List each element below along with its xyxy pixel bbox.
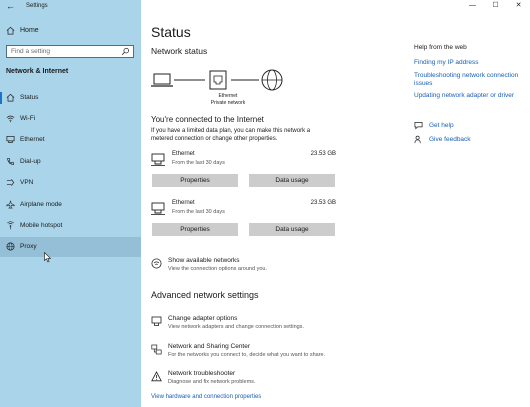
sidebar-item-label: Airplane mode — [20, 201, 62, 208]
network-sharing-center-link[interactable]: Network and Sharing Center For the netwo… — [151, 343, 351, 365]
diagram-label-adapter: Ethernet — [218, 93, 238, 99]
page-title: Status — [151, 24, 191, 40]
sidebar-item-label: Mobile hotspot — [20, 222, 63, 229]
app-title: Settings — [26, 3, 48, 9]
help-link-updating-adapter[interactable]: Updating network adapter or driver — [414, 92, 526, 100]
sidebar-item-mobile-hotspot[interactable]: Mobile hotspot — [0, 216, 141, 236]
network-diagram: Ethernet Private network — [151, 67, 291, 109]
adapter-subtitle: From the last 30 days — [172, 160, 225, 166]
wifi-icon — [6, 115, 15, 123]
connection-status-description: If you have a limited data plan, you can… — [151, 128, 311, 142]
connection-status-title: You're connected to the Internet — [151, 115, 264, 124]
mouse-pointer-icon — [44, 252, 52, 263]
chat-help-icon — [414, 121, 423, 130]
adapter-data-size: 23.53 GB — [310, 151, 336, 157]
sidebar-item-status[interactable]: Status — [0, 88, 141, 108]
link-subtitle: View network adapters and change connect… — [168, 324, 304, 330]
sidebar-item-label: Home — [20, 27, 39, 34]
sidebar: ← Settings Home Find a setting Network &… — [0, 0, 141, 407]
link-subtitle: For the networks you connect to, decide … — [168, 352, 326, 358]
get-help-label: Get help — [429, 122, 454, 129]
vpn-icon — [6, 179, 15, 186]
sidebar-item-label: Status — [20, 94, 39, 101]
network-troubleshooter-link[interactable]: Network troubleshooter Diagnose and fix … — [151, 370, 351, 392]
link-subtitle: View the connection options around you. — [168, 266, 267, 272]
adapter-options-icon — [151, 316, 162, 326]
link-title: Change adapter options — [168, 315, 238, 322]
search-input[interactable]: Find a setting — [6, 45, 134, 58]
search-placeholder: Find a setting — [11, 48, 51, 55]
adapter-subtitle: From the last 30 days — [172, 209, 225, 215]
ethernet-icon — [151, 153, 165, 166]
window-controls: — ☐ ✕ — [461, 0, 530, 12]
sidebar-item-label: VPN — [20, 179, 34, 186]
globe-icon — [6, 242, 15, 251]
sidebar-item-vpn[interactable]: VPN — [0, 173, 141, 193]
help-link-troubleshooting[interactable]: Troubleshooting network connection issue… — [414, 72, 526, 88]
ethernet-icon — [6, 135, 15, 144]
change-adapter-options-link[interactable]: Change adapter options View network adap… — [151, 315, 351, 337]
adapter-data-size: 23.53 GB — [310, 200, 336, 206]
sidebar-item-airplane-mode[interactable]: Airplane mode — [0, 195, 141, 215]
adapter-name: Ethernet — [172, 151, 195, 157]
help-title: Help from the web — [414, 44, 467, 51]
computer-icon — [151, 73, 173, 87]
sidebar-item-label: Dial-up — [20, 158, 41, 165]
properties-button[interactable]: Properties — [152, 174, 238, 187]
close-button[interactable]: ✕ — [507, 0, 530, 12]
sidebar-item-dial-up[interactable]: Dial-up — [0, 152, 141, 172]
give-feedback-label: Give feedback — [429, 136, 471, 143]
airplane-icon — [6, 200, 15, 209]
link-title: Network troubleshooter — [168, 370, 236, 377]
data-usage-button[interactable]: Data usage — [249, 223, 335, 236]
link-title: Network and Sharing Center — [168, 343, 251, 350]
feedback-icon — [414, 135, 421, 144]
network-available-icon — [151, 258, 162, 269]
sidebar-item-proxy[interactable]: Proxy — [0, 237, 141, 257]
minimize-button[interactable]: — — [461, 0, 484, 12]
search-icon[interactable] — [121, 47, 130, 56]
ethernet-icon — [151, 202, 165, 215]
diagram-label-network: Private network — [210, 100, 246, 106]
advanced-settings-heading: Advanced network settings — [151, 290, 259, 300]
properties-button[interactable]: Properties — [152, 223, 238, 236]
data-usage-button[interactable]: Data usage — [249, 174, 335, 187]
internet-globe-icon — [261, 69, 283, 91]
sidebar-item-label: Ethernet — [20, 136, 45, 143]
sidebar-item-label: Proxy — [20, 243, 37, 250]
network-status-heading: Network status — [151, 46, 208, 56]
sidebar-item-home[interactable]: Home — [0, 23, 141, 39]
sidebar-item-label: Wi-Fi — [20, 115, 36, 122]
warning-icon — [151, 371, 162, 382]
main-content: — ☐ ✕ Status Network status Ethernet Pri… — [141, 0, 530, 407]
hotspot-icon — [7, 221, 14, 230]
ethernet-adapter-icon — [209, 70, 227, 90]
help-link-ip-address[interactable]: Finding my IP address — [414, 59, 526, 67]
sidebar-item-wifi[interactable]: Wi-Fi — [0, 109, 141, 129]
home-globe-icon — [6, 93, 15, 102]
hardware-properties-link[interactable]: View hardware and connection properties — [151, 394, 261, 400]
phone-icon — [7, 158, 14, 165]
maximize-button[interactable]: ☐ — [484, 0, 507, 12]
sidebar-item-ethernet[interactable]: Ethernet — [0, 130, 141, 150]
give-feedback-link[interactable]: Give feedback — [414, 135, 494, 145]
back-button[interactable]: ← — [6, 1, 15, 11]
sharing-center-icon — [151, 344, 162, 355]
link-subtitle: Diagnose and fix network problems. — [168, 379, 256, 385]
adapter-name: Ethernet — [172, 200, 195, 206]
get-help-link[interactable]: Get help — [414, 121, 494, 131]
show-available-networks-link[interactable]: Show available networks View the connect… — [151, 257, 351, 279]
title-bar: ← Settings — [0, 0, 141, 14]
section-title: Network & Internet — [6, 68, 69, 75]
home-icon — [6, 26, 15, 35]
link-title: Show available networks — [168, 257, 240, 264]
